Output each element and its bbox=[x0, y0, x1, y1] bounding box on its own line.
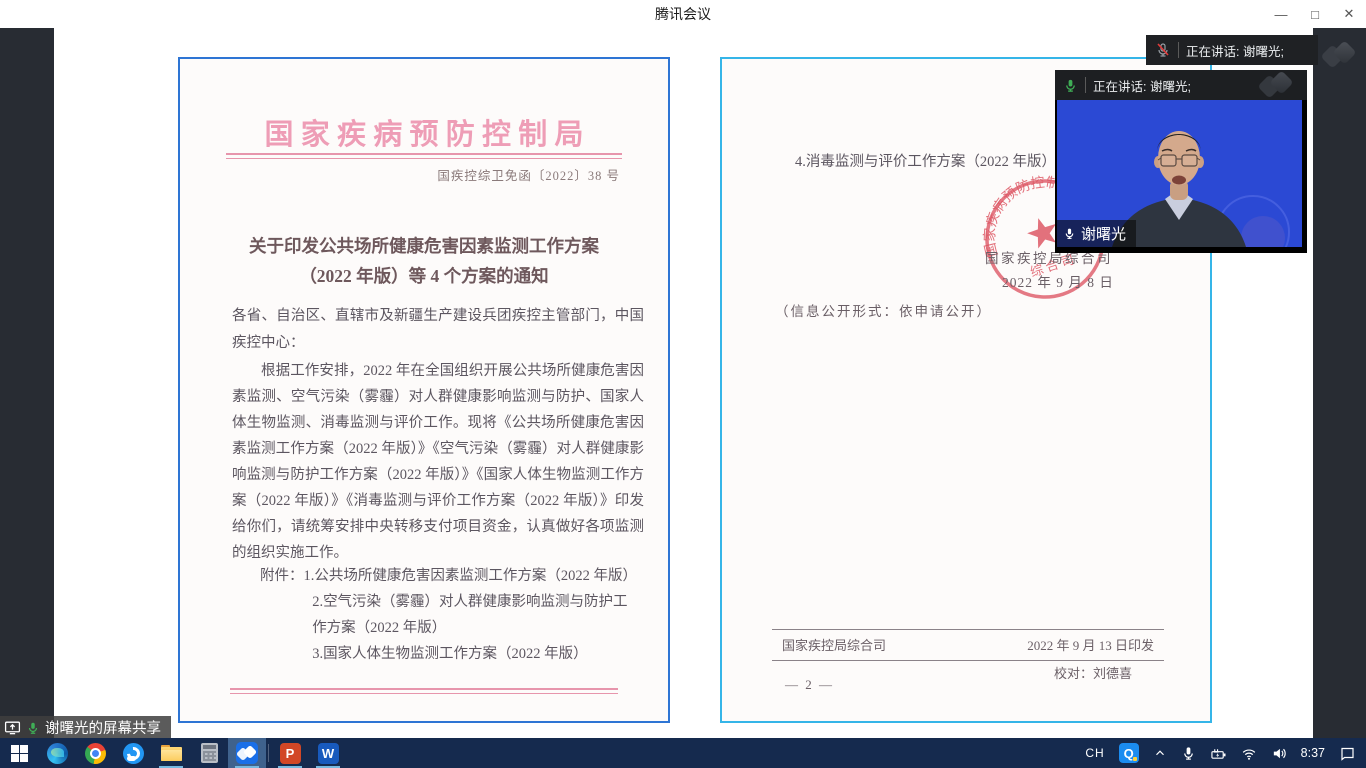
microphone-icon bbox=[1181, 746, 1196, 761]
screen: 腾讯会议 — □ ✕ 国 家 疾 病 预 防 控 制 局 国疾控综卫免函〔202… bbox=[0, 0, 1366, 768]
system-tray: CH Q bbox=[1079, 738, 1366, 768]
ime-button[interactable]: Q bbox=[1113, 738, 1145, 768]
screen-share-banner: 谢曙光的屏幕共享 bbox=[0, 716, 171, 738]
attachment-item-2: 2.空气污染（雾霾）对人群健康影响监测与防护工作方案（2022 年版） bbox=[312, 589, 640, 641]
attachment-item-4: 4.消毒监测与评价工作方案（2022 年版） bbox=[795, 150, 1056, 171]
speaking-toast: 正在讲话: 谢曙光; bbox=[1146, 35, 1318, 65]
taskbar-item-word[interactable]: W bbox=[309, 738, 347, 768]
action-center-icon bbox=[1339, 745, 1356, 761]
minimize-button[interactable]: — bbox=[1264, 0, 1298, 28]
tray-network-button[interactable] bbox=[1235, 738, 1263, 768]
taskbar-item-browser[interactable] bbox=[114, 738, 152, 768]
maximize-button[interactable]: □ bbox=[1298, 0, 1332, 28]
doc-number: 国疾控综卫免函〔2022〕38 号 bbox=[437, 165, 620, 184]
tencent-meeting-icon bbox=[236, 742, 258, 764]
window-title: 腾讯会议 bbox=[655, 4, 711, 24]
muted-mic-icon bbox=[1155, 42, 1171, 58]
doc-title-line2: （2022 年版）等 4 个方案的通知 bbox=[200, 261, 648, 291]
taskbar-spacer bbox=[347, 738, 1079, 768]
doc-page-number: — 2 — bbox=[785, 677, 834, 693]
ime-icon: Q bbox=[1119, 743, 1139, 763]
doc-body-paragraph: 根据工作安排，2022 年在全国组织开展公共场所健康危害因素监测、空气污染（雾霾… bbox=[232, 358, 644, 566]
active-mic-icon bbox=[1063, 78, 1078, 93]
doc-salutation: 各省、自治区、直辖市及新疆生产建设兵团疾控主管部门，中国疾控中心： bbox=[232, 303, 644, 357]
mic-icon bbox=[1063, 227, 1076, 240]
taskbar-item-chrome[interactable] bbox=[76, 738, 114, 768]
video-header-logo-watermark bbox=[1259, 74, 1299, 96]
speaker-name: 谢曙光 bbox=[1081, 223, 1126, 244]
taskbar-item-file-explorer[interactable] bbox=[152, 738, 190, 768]
speaker-icon bbox=[1271, 746, 1287, 761]
language-indicator[interactable]: CH bbox=[1079, 738, 1110, 768]
screen-share-icon bbox=[4, 719, 21, 736]
taskbar-item-calculator[interactable] bbox=[190, 738, 228, 768]
q-browser-icon bbox=[123, 743, 144, 764]
video-header-divider bbox=[1085, 77, 1086, 93]
chevron-up-icon bbox=[1153, 746, 1167, 760]
attachment-row-1: 附件： 1.公共场所健康危害因素监测工作方案（2022 年版） bbox=[260, 563, 640, 589]
doc-title-line1: 关于印发公共场所健康危害因素监测工作方案 bbox=[200, 231, 648, 261]
video-speaking-label: 正在讲话: 谢曙光; bbox=[1093, 76, 1252, 95]
doc-attachment-list: 附件： 1.公共场所健康危害因素监测工作方案（2022 年版） 2.空气污染（雾… bbox=[260, 563, 640, 667]
attachment-label: 附件： bbox=[260, 563, 304, 589]
action-center-button[interactable] bbox=[1333, 738, 1362, 768]
taskbar-apps: P W bbox=[0, 738, 347, 768]
battery-charging-icon bbox=[1210, 746, 1227, 761]
windows-taskbar: P W CH Q bbox=[0, 738, 1366, 768]
speaker-video-window[interactable]: 正在讲话: 谢曙光; bbox=[1055, 70, 1307, 253]
chrome-icon bbox=[85, 743, 106, 764]
screen-share-label: 谢曙光的屏幕共享 bbox=[45, 717, 161, 738]
taskbar-item-edge[interactable] bbox=[38, 738, 76, 768]
speaker-name-tag: 谢曙光 bbox=[1057, 220, 1136, 247]
windows-logo-icon bbox=[11, 745, 28, 762]
right-backdrop-strip bbox=[1313, 28, 1366, 738]
shared-screen-area: 国 家 疾 病 预 防 控 制 局 国疾控综卫免函〔2022〕38 号 关于印发… bbox=[0, 28, 1366, 738]
file-explorer-icon bbox=[161, 745, 182, 761]
doc-page1-end-rule bbox=[230, 688, 618, 694]
start-button[interactable] bbox=[0, 738, 38, 768]
taskbar-item-powerpoint[interactable]: P bbox=[271, 738, 309, 768]
calculator-icon bbox=[201, 743, 218, 763]
toast-speaking-label: 正在讲话: 谢曙光; bbox=[1186, 41, 1284, 60]
doc-agency-header: 国 家 疾 病 预 防 控 制 局 bbox=[180, 111, 668, 153]
tray-battery-button[interactable] bbox=[1204, 738, 1233, 768]
powerpoint-icon: P bbox=[280, 743, 301, 764]
document-page-1: 国 家 疾 病 预 防 控 制 局 国疾控综卫免函〔2022〕38 号 关于印发… bbox=[178, 57, 670, 723]
attachment-item-3: 3.国家人体生物监测工作方案（2022 年版） bbox=[312, 641, 640, 667]
colophon-print-date: 2022 年 9 月 13 日印发 bbox=[1027, 635, 1154, 654]
taskbar-separator bbox=[268, 744, 269, 762]
toast-divider bbox=[1178, 42, 1179, 58]
left-backdrop-strip bbox=[0, 28, 54, 738]
doc-colophon: 国家疾控局综合司 2022 年 9 月 13 日印发 bbox=[772, 629, 1164, 661]
meeting-logo-watermark bbox=[1322, 42, 1362, 70]
show-hidden-icons-button[interactable] bbox=[1147, 738, 1173, 768]
doc-title: 关于印发公共场所健康危害因素监测工作方案 （2022 年版）等 4 个方案的通知 bbox=[200, 231, 648, 291]
word-icon: W bbox=[318, 743, 339, 764]
window-controls: — □ ✕ bbox=[1264, 0, 1366, 28]
attachment-item-1: 1.公共场所健康危害因素监测工作方案（2022 年版） bbox=[304, 563, 638, 589]
tray-volume-button[interactable] bbox=[1265, 738, 1293, 768]
clock[interactable]: 8:37 bbox=[1295, 738, 1331, 768]
doc-header-rule bbox=[226, 153, 622, 159]
video-window-header: 正在讲话: 谢曙光; bbox=[1055, 70, 1307, 100]
doc-disclosure-note: （信息公开形式：依申请公开） bbox=[775, 300, 992, 320]
colophon-issuer: 国家疾控局综合司 bbox=[782, 635, 886, 654]
tray-microphone-button[interactable] bbox=[1175, 738, 1202, 768]
edge-icon bbox=[47, 743, 68, 764]
taskbar-item-tencent-meeting[interactable] bbox=[228, 738, 266, 768]
doc-sign-date: 2022 年 9 月 8 日 bbox=[1002, 271, 1114, 291]
sharer-mic-icon bbox=[26, 721, 40, 735]
window-titlebar: 腾讯会议 — □ ✕ bbox=[0, 0, 1366, 28]
speaker-video-feed: 谢曙光 bbox=[1057, 100, 1302, 247]
close-button[interactable]: ✕ bbox=[1332, 0, 1366, 28]
wifi-icon bbox=[1241, 746, 1257, 761]
